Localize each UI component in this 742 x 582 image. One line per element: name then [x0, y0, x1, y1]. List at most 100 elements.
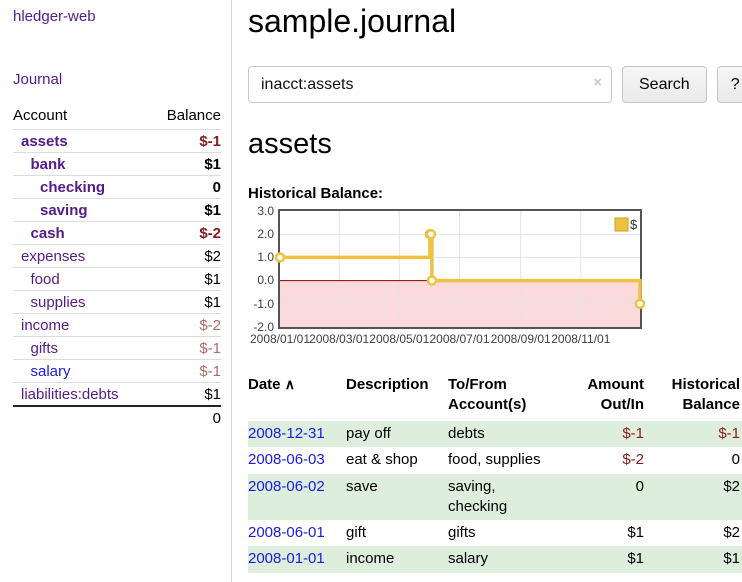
chart-svg: $ [280, 211, 640, 327]
account-balance: $1 [150, 383, 221, 407]
account-balance: $1 [150, 291, 221, 314]
transaction-date-link[interactable]: 2008-12-31 [248, 425, 325, 442]
col-amount: Amount Out/In [560, 373, 646, 422]
transaction-description: income [346, 546, 448, 572]
nav-journal-link[interactable]: Journal [13, 71, 62, 88]
transaction-description: save [346, 474, 448, 521]
chart-x-axis: 2008/01/012008/03/012008/05/012008/07/01… [278, 332, 648, 350]
accounts-header-balance: Balance [150, 105, 221, 130]
sort-asc-icon: ∧ [285, 376, 295, 392]
x-axis-tick-label: 2008/05/01 [369, 332, 429, 346]
account-link[interactable]: assets [21, 133, 68, 150]
account-link[interactable]: salary [31, 363, 71, 380]
account-balance: $1 [150, 199, 221, 222]
transaction-balance: $2 [646, 474, 742, 521]
account-row: bank $1 [13, 153, 221, 176]
x-axis-tick-label: 2008/09/01 [491, 332, 551, 346]
sidebar: hledger-web Journal Account Balance asse… [0, 0, 232, 582]
balance-chart: 3.02.01.00.0-1.0-2.0 $ 2008/01/012008/03… [248, 209, 648, 350]
transaction-balance: $2 [646, 520, 742, 546]
col-description: Description [346, 373, 448, 422]
transactions-header-row: Date ∧ Description To/From Account(s) Am… [248, 373, 742, 422]
transaction-description: gift [346, 520, 448, 546]
account-row: income $-2 [13, 314, 221, 337]
transaction-accounts: saving, checking [448, 474, 560, 521]
accounts-header-row: Account Balance [13, 105, 221, 130]
transaction-date-link[interactable]: 2008-01-01 [248, 550, 325, 567]
y-axis-tick-label: -1.0 [248, 297, 274, 311]
clear-search-icon[interactable]: × [593, 75, 602, 90]
help-button[interactable]: ? [717, 66, 742, 103]
account-balance: $1 [150, 268, 221, 291]
chart-title: Historical Balance: [248, 185, 742, 202]
page-title: sample.journal [248, 2, 742, 40]
account-balance: $-1 [150, 130, 221, 153]
account-heading: assets [248, 128, 742, 161]
account-link[interactable]: food [31, 271, 60, 288]
transaction-accounts: food, supplies [448, 447, 560, 473]
account-link[interactable]: cash [31, 225, 65, 242]
transaction-accounts: gifts [448, 520, 560, 546]
main-content: sample.journal × Search ? assets Histori… [232, 0, 742, 582]
chart-plot-area: $ [278, 209, 642, 329]
svg-text:$: $ [630, 217, 638, 232]
transaction-accounts: salary [448, 546, 560, 572]
sidebar-accounts-table: Account Balance assets $-1 bank $1 checking 0… [13, 105, 221, 429]
account-row: checking 0 [13, 176, 221, 199]
y-axis-tick-label: 3.0 [248, 204, 274, 218]
search-input[interactable] [248, 66, 612, 103]
transaction-row: 2008-12-31pay offdebts$-1$-1 [248, 421, 742, 447]
account-link[interactable]: gifts [31, 340, 59, 357]
account-balance: 0 [150, 176, 221, 199]
col-date-sort[interactable]: Date ∧ [248, 373, 346, 422]
account-balance: $-2 [150, 314, 221, 337]
app-root: hledger-web Journal Account Balance asse… [0, 0, 742, 582]
transaction-amount: $-2 [560, 447, 646, 473]
y-axis-tick-label: 1.0 [248, 250, 274, 264]
account-row: salary $-1 [13, 360, 221, 383]
accounts-header-account: Account [13, 105, 150, 130]
account-row: expenses $2 [13, 245, 221, 268]
account-row: liabilities:debts $1 [13, 383, 221, 407]
account-row: cash$-2 [13, 222, 221, 245]
transaction-accounts: debts [448, 421, 560, 447]
x-axis-tick-label: 2008/11/01 [551, 332, 610, 346]
brand-link[interactable]: hledger-web [13, 8, 221, 25]
account-link[interactable]: saving [40, 202, 88, 219]
transactions-table: Date ∧ Description To/From Account(s) Am… [248, 373, 742, 573]
transaction-balance: $-1 [646, 421, 742, 447]
transaction-date-link[interactable]: 2008-06-01 [248, 524, 325, 541]
account-row: gifts $-1 [13, 337, 221, 360]
x-axis-tick-label: 2008/01/01 [250, 332, 310, 346]
search-bar: × Search ? [248, 66, 742, 103]
search-button[interactable]: Search [622, 66, 707, 103]
transaction-description: eat & shop [346, 447, 448, 473]
account-balance: $2 [150, 245, 221, 268]
col-balance: Historical Balance [646, 373, 742, 422]
transaction-row: 2008-06-03 eat & shopfood, supplies$-20 [248, 447, 742, 473]
transaction-amount: $-1 [560, 421, 646, 447]
account-link[interactable]: checking [40, 179, 105, 196]
account-link[interactable]: income [21, 317, 69, 334]
account-link[interactable]: liabilities:debts [21, 386, 119, 403]
accounts-total-value: 0 [150, 406, 221, 429]
account-link[interactable]: bank [31, 156, 66, 173]
transaction-description: pay off [346, 421, 448, 447]
account-balance: $-1 [150, 337, 221, 360]
transaction-amount: $1 [560, 520, 646, 546]
account-row: saving $1 [13, 199, 221, 222]
x-axis-tick-label: 2008/07/01 [429, 332, 489, 346]
account-balance: $-1 [150, 360, 221, 383]
account-link[interactable]: expenses [21, 248, 85, 265]
transaction-row: 2008-01-01incomesalary$1$1 [248, 546, 742, 572]
transaction-amount: $1 [560, 546, 646, 572]
col-accounts: To/From Account(s) [448, 373, 560, 422]
account-balance: $1 [150, 153, 221, 176]
transaction-amount: 0 [560, 474, 646, 521]
transaction-date-link[interactable]: 2008-06-03 [248, 451, 325, 468]
transaction-balance: 0 [646, 447, 742, 473]
transaction-date-link[interactable]: 2008-06-02 [248, 478, 325, 495]
transaction-row: 2008-06-01 giftgifts$1$2 [248, 520, 742, 546]
account-row: food $1 [13, 268, 221, 291]
account-link[interactable]: supplies [31, 294, 86, 311]
